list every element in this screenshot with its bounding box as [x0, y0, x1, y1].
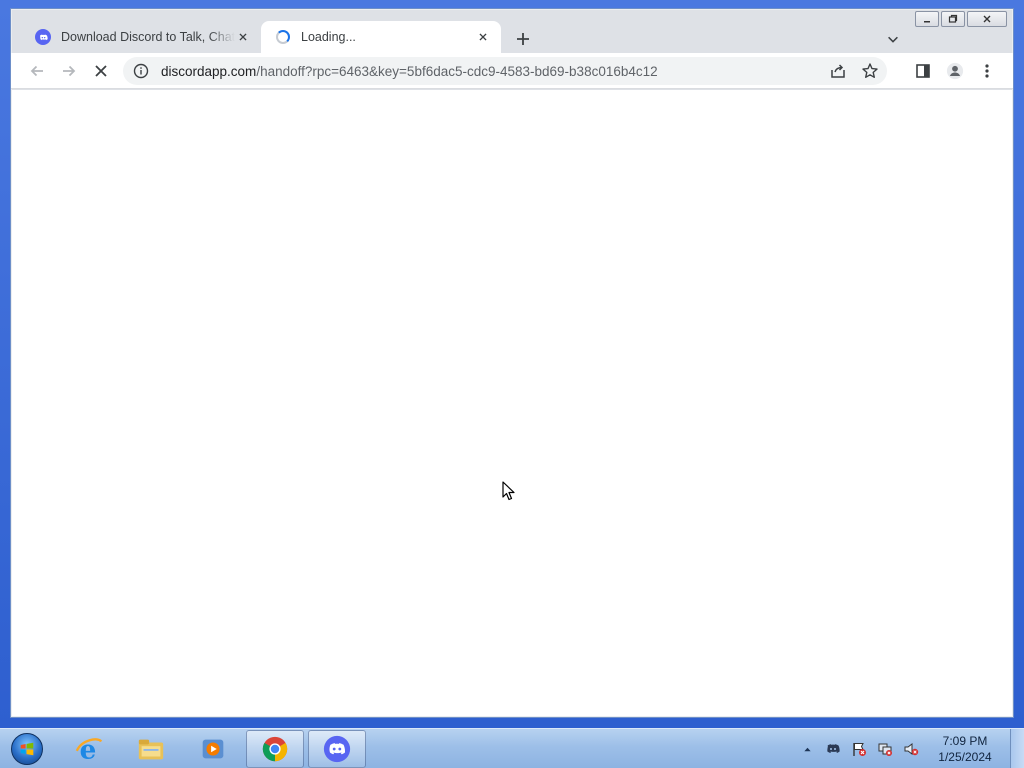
stop-icon — [95, 64, 107, 77]
forward-button[interactable] — [55, 57, 83, 85]
taskbar-chrome[interactable] — [246, 730, 304, 768]
network-icon — [878, 743, 892, 756]
tray-volume[interactable] — [902, 740, 920, 758]
close-icon — [479, 33, 487, 41]
share-icon — [831, 64, 845, 78]
start-button[interactable] — [8, 731, 46, 767]
tray-network[interactable] — [876, 740, 894, 758]
browser-window: Download Discord to Talk, Chat, and Hang… — [10, 8, 1014, 718]
side-panel-button[interactable] — [909, 57, 937, 85]
system-tray — [798, 729, 920, 768]
browser-toolbar: discordapp.com/handoff?rpc=6463&key=5bf6… — [11, 53, 1013, 89]
address-bar[interactable]: discordapp.com/handoff?rpc=6463&key=5bf6… — [123, 57, 887, 85]
star-icon — [862, 63, 878, 78]
show-hidden-icons-button[interactable] — [798, 740, 816, 758]
profile-button[interactable] — [941, 57, 969, 85]
chevron-down-icon — [888, 36, 898, 43]
tray-action-center[interactable] — [850, 740, 868, 758]
forward-arrow-icon — [63, 65, 76, 76]
url-host: discordapp.com — [161, 63, 257, 79]
tab-close-button[interactable] — [235, 29, 251, 45]
clock[interactable]: 7:09 PM 1/25/2024 — [930, 733, 1000, 765]
show-desktop-button[interactable] — [1010, 729, 1024, 768]
taskbar: e 7:09 PM 1/25/2024 — [0, 728, 1024, 768]
taskbar-internet-explorer[interactable]: e — [60, 730, 118, 768]
discord-icon — [323, 735, 351, 763]
chevron-up-icon — [803, 747, 811, 751]
clock-date: 1/25/2024 — [938, 750, 992, 764]
page-content — [12, 90, 1012, 716]
back-button[interactable] — [23, 57, 51, 85]
tab-loading[interactable]: Loading... — [261, 21, 501, 53]
tab-search-button[interactable] — [883, 29, 903, 49]
clock-time: 7:09 PM — [942, 734, 988, 748]
taskbar-discord[interactable] — [308, 730, 366, 768]
chrome-icon — [262, 736, 288, 762]
profile-avatar-icon — [946, 62, 964, 80]
internet-explorer-icon: e — [75, 734, 103, 764]
tab-close-button[interactable] — [475, 29, 491, 45]
url-text: discordapp.com/handoff?rpc=6463&key=5bf6… — [161, 64, 658, 79]
bookmark-button[interactable] — [859, 60, 881, 82]
tab-strip: Download Discord to Talk, Chat, and Hang… — [11, 17, 1013, 53]
close-icon — [239, 33, 247, 41]
share-button[interactable] — [827, 60, 849, 82]
side-panel-icon — [916, 64, 930, 78]
more-vertical-icon — [985, 64, 989, 78]
discord-icon — [35, 29, 51, 45]
media-player-icon — [202, 739, 224, 759]
discord-icon — [827, 744, 840, 753]
tray-discord[interactable] — [824, 740, 842, 758]
back-arrow-icon — [30, 65, 43, 76]
volume-muted-icon — [904, 743, 919, 756]
loading-spinner-icon — [275, 29, 291, 45]
tab-title: Loading... — [301, 30, 356, 44]
stop-loading-button[interactable] — [87, 57, 115, 85]
url-path: /handoff?rpc=6463&key=5bf6dac5-cdc9-4583… — [256, 63, 658, 79]
tab-discord-download[interactable]: Download Discord to Talk, Chat, and Hang… — [21, 21, 261, 53]
menu-button[interactable] — [973, 57, 1001, 85]
taskbar-file-explorer[interactable] — [122, 730, 180, 768]
tab-title: Download Discord to Talk, Chat, and Hang… — [61, 30, 235, 44]
plus-icon — [517, 33, 529, 45]
flag-alert-icon — [853, 743, 866, 756]
info-icon[interactable] — [133, 63, 149, 79]
mouse-cursor-icon — [502, 481, 515, 501]
windows-logo-icon — [11, 733, 43, 765]
folder-icon — [138, 739, 164, 760]
new-tab-button[interactable] — [511, 27, 535, 51]
taskbar-media-player[interactable] — [184, 730, 242, 768]
